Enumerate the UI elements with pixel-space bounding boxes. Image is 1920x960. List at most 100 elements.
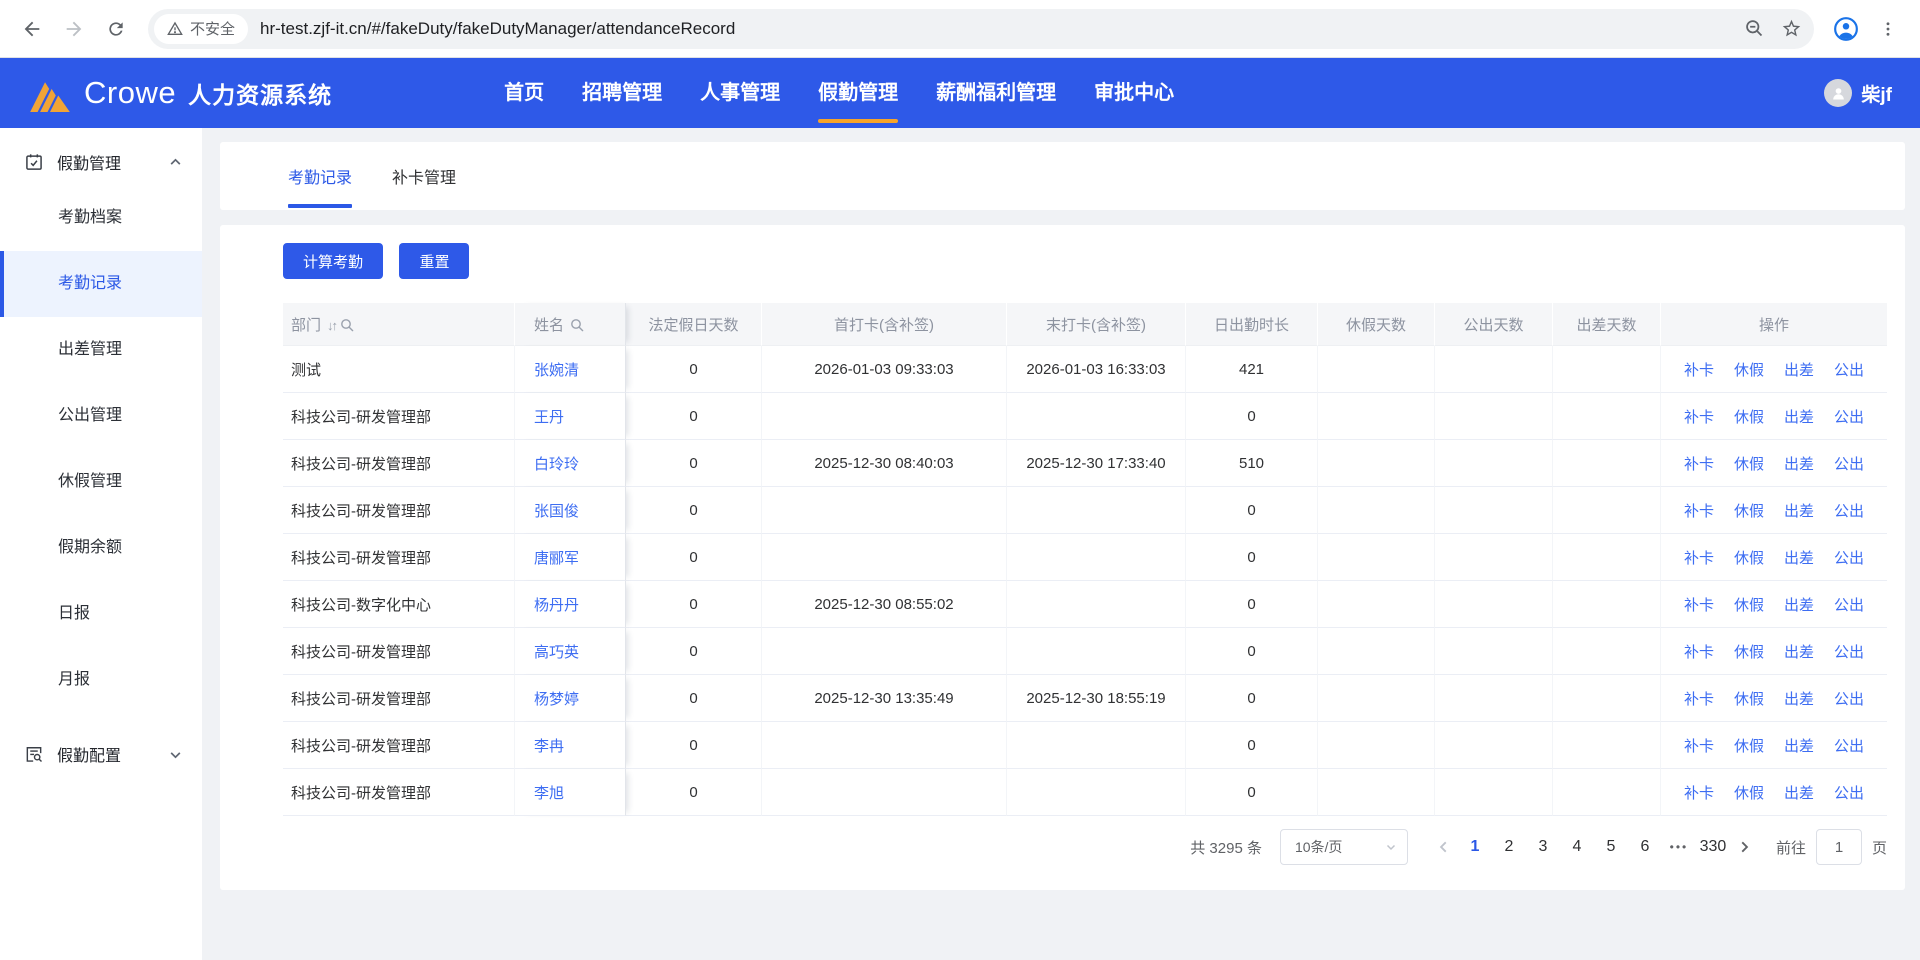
sidebar-item[interactable]: 考勤记录 (0, 251, 202, 317)
sidebar-group-attendance[interactable]: 假勤管理 (0, 139, 202, 185)
sidebar-item[interactable]: 出差管理 (0, 317, 202, 383)
sidebar-group-config[interactable]: 假勤配置 (0, 731, 202, 777)
page-number[interactable]: 1 (1461, 829, 1489, 865)
action-vacation[interactable]: 休假 (1734, 738, 1764, 755)
sidebar-item[interactable]: 休假管理 (0, 449, 202, 515)
main-nav: 首页 招聘管理 人事管理 假勤管理 薪酬福利管理 审批中心 (504, 58, 1174, 128)
action-business-trip[interactable]: 出差 (1784, 362, 1814, 379)
cell-duration: 0 (1186, 675, 1318, 722)
action-makeup-card[interactable]: 补卡 (1684, 597, 1714, 614)
user-menu[interactable]: 柴jf (1824, 79, 1892, 107)
goto-page-input[interactable] (1815, 829, 1862, 865)
page-number[interactable]: 3 (1529, 829, 1557, 865)
action-public-out[interactable]: 公出 (1834, 409, 1864, 426)
action-business-trip[interactable]: 出差 (1784, 738, 1814, 755)
action-public-out[interactable]: 公出 (1834, 597, 1864, 614)
cell-name-link[interactable]: 张国俊 (515, 487, 626, 534)
page-number[interactable]: 5 (1597, 829, 1625, 865)
action-vacation[interactable]: 休假 (1734, 597, 1764, 614)
action-vacation[interactable]: 休假 (1734, 550, 1764, 567)
action-makeup-card[interactable]: 补卡 (1684, 644, 1714, 661)
cell-name-link[interactable]: 张婉清 (515, 346, 626, 393)
page-number[interactable]: 6 (1631, 829, 1659, 865)
page-size-select[interactable]: 10条/页 (1279, 829, 1408, 865)
action-vacation[interactable]: 休假 (1734, 409, 1764, 426)
nav-item[interactable]: 假勤管理 (818, 58, 899, 128)
action-makeup-card[interactable]: 补卡 (1684, 456, 1714, 473)
action-makeup-card[interactable]: 补卡 (1684, 691, 1714, 708)
cell-name-link[interactable]: 唐郦军 (515, 534, 626, 581)
action-public-out[interactable]: 公出 (1834, 550, 1864, 567)
sidebar-item[interactable]: 公出管理 (0, 383, 202, 449)
search-icon[interactable] (570, 318, 584, 332)
action-makeup-card[interactable]: 补卡 (1684, 362, 1714, 379)
back-button[interactable] (14, 11, 50, 47)
action-vacation[interactable]: 休假 (1734, 691, 1764, 708)
action-business-trip[interactable]: 出差 (1784, 456, 1814, 473)
tab[interactable]: 补卡管理 (392, 142, 456, 210)
search-icon[interactable] (340, 318, 354, 332)
action-business-trip[interactable]: 出差 (1784, 691, 1814, 708)
cell-vacation-days (1318, 581, 1435, 628)
cell-name-link[interactable]: 杨丹丹 (515, 581, 626, 628)
nav-item[interactable]: 人事管理 (700, 58, 780, 128)
security-chip[interactable]: 不安全 (154, 13, 249, 44)
browser-menu-button[interactable] (1870, 11, 1906, 47)
sidebar-item[interactable]: 假期余额 (0, 515, 202, 581)
action-business-trip[interactable]: 出差 (1784, 785, 1814, 802)
nav-item[interactable]: 首页 (504, 58, 544, 128)
action-business-trip[interactable]: 出差 (1784, 597, 1814, 614)
action-makeup-card[interactable]: 补卡 (1684, 550, 1714, 567)
cell-name-link[interactable]: 白玲玲 (515, 440, 626, 487)
sidebar-item[interactable]: 考勤档案 (0, 185, 202, 251)
more-pages[interactable]: ••• (1665, 829, 1693, 865)
action-makeup-card[interactable]: 补卡 (1684, 503, 1714, 520)
zoom-indicator-icon[interactable] (1744, 18, 1765, 39)
action-public-out[interactable]: 公出 (1834, 456, 1864, 473)
action-makeup-card[interactable]: 补卡 (1684, 785, 1714, 802)
cell-name-link[interactable]: 李冉 (515, 722, 626, 769)
cell-name-link[interactable]: 杨梦婷 (515, 675, 626, 722)
action-vacation[interactable]: 休假 (1734, 785, 1764, 802)
action-makeup-card[interactable]: 补卡 (1684, 409, 1714, 426)
sidebar-item[interactable]: 月报 (0, 647, 202, 713)
cell-name-link[interactable]: 王丹 (515, 393, 626, 440)
page-number[interactable]: 4 (1563, 829, 1591, 865)
forward-button[interactable] (56, 11, 92, 47)
action-public-out[interactable]: 公出 (1834, 503, 1864, 520)
cell-name-link[interactable]: 李旭 (515, 769, 626, 816)
action-public-out[interactable]: 公出 (1834, 785, 1864, 802)
cell-first-punch (762, 769, 1007, 816)
action-business-trip[interactable]: 出差 (1784, 503, 1814, 520)
action-business-trip[interactable]: 出差 (1784, 644, 1814, 661)
sort-icon[interactable]: ↓↑ (327, 318, 338, 333)
action-business-trip[interactable]: 出差 (1784, 409, 1814, 426)
url-text[interactable]: hr-test.zjf-it.cn/#/fakeDuty/fakeDutyMan… (260, 19, 1728, 39)
action-public-out[interactable]: 公出 (1834, 362, 1864, 379)
reset-button[interactable]: 重置 (399, 243, 470, 279)
bookmark-star-icon[interactable] (1781, 18, 1802, 39)
reload-button[interactable] (98, 11, 134, 47)
page-number[interactable]: 2 (1495, 829, 1523, 865)
address-bar[interactable]: 不安全 hr-test.zjf-it.cn/#/fakeDuty/fakeDut… (148, 8, 1814, 49)
action-vacation[interactable]: 休假 (1734, 456, 1764, 473)
action-public-out[interactable]: 公出 (1834, 738, 1864, 755)
next-page-button[interactable] (1730, 829, 1758, 865)
cell-name-link[interactable]: 高巧英 (515, 628, 626, 675)
action-public-out[interactable]: 公出 (1834, 644, 1864, 661)
action-vacation[interactable]: 休假 (1734, 644, 1764, 661)
nav-item[interactable]: 薪酬福利管理 (936, 58, 1056, 128)
nav-item[interactable]: 审批中心 (1094, 58, 1174, 128)
tab[interactable]: 考勤记录 (288, 142, 353, 210)
sidebar-item[interactable]: 日报 (0, 581, 202, 647)
prev-page-button[interactable] (1430, 829, 1458, 865)
action-vacation[interactable]: 休假 (1734, 503, 1764, 520)
action-makeup-card[interactable]: 补卡 (1684, 738, 1714, 755)
action-business-trip[interactable]: 出差 (1784, 550, 1814, 567)
profile-button[interactable] (1828, 11, 1864, 47)
nav-item[interactable]: 招聘管理 (582, 58, 662, 128)
page-number-last[interactable]: 330 (1699, 829, 1727, 865)
action-vacation[interactable]: 休假 (1734, 362, 1764, 379)
action-public-out[interactable]: 公出 (1834, 691, 1864, 708)
calculate-attendance-button[interactable]: 计算考勤 (283, 243, 384, 279)
